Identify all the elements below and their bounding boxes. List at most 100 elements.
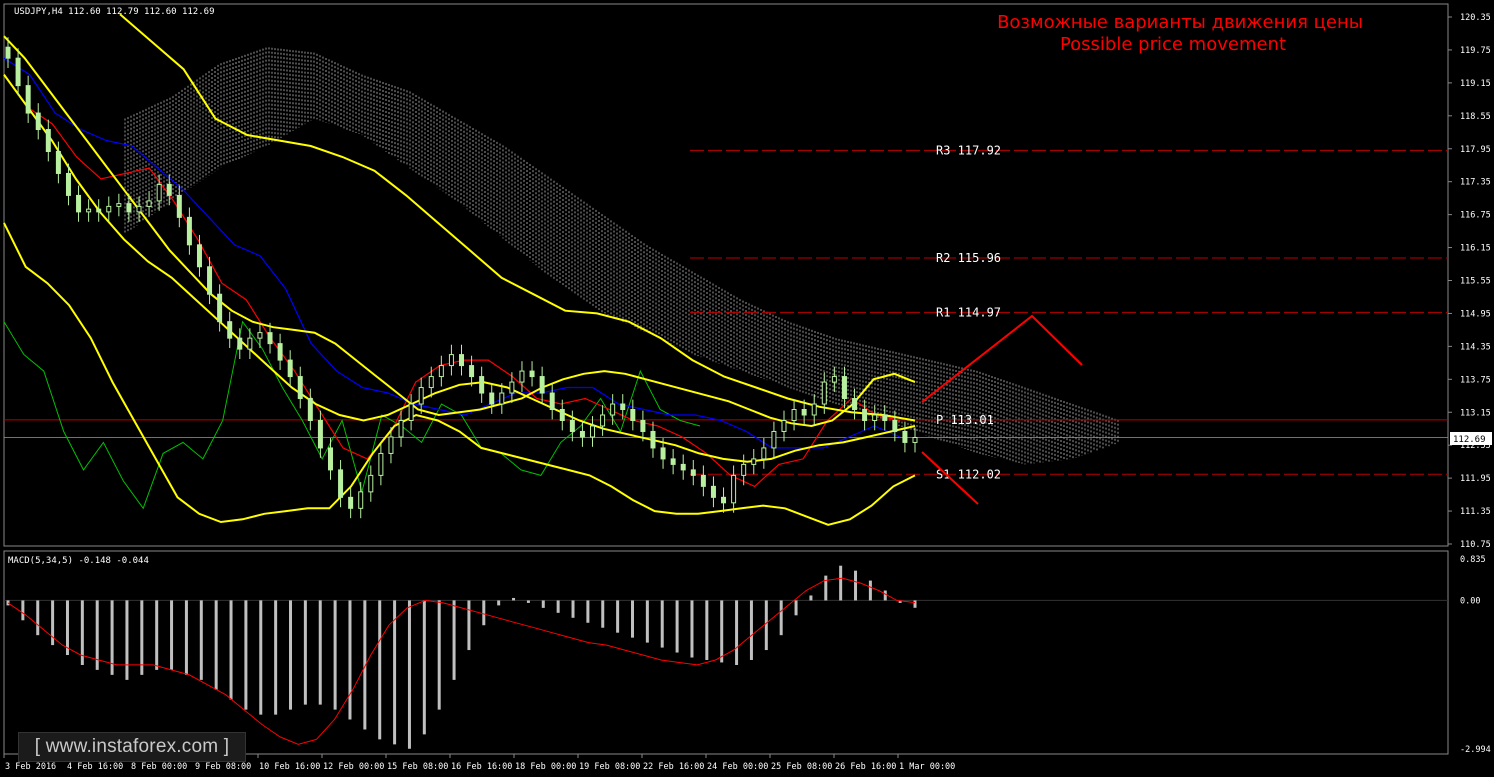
candle-body — [912, 437, 918, 443]
y-tick-label: 111.35 — [1460, 507, 1491, 517]
candle-body — [126, 203, 132, 213]
x-tick-label: 16 Feb 16:00 — [451, 762, 512, 772]
candle-body — [166, 183, 172, 196]
candle-body — [721, 496, 727, 504]
candle-body — [710, 485, 716, 498]
candle-body — [217, 293, 223, 323]
candle-body — [660, 447, 666, 460]
x-tick-label: 19 Feb 08:00 — [579, 762, 640, 772]
candle-body — [106, 205, 112, 213]
y-tick-label: 116.75 — [1460, 211, 1491, 221]
candle-body — [902, 430, 908, 443]
candle-body — [227, 321, 233, 339]
candle-body — [852, 398, 858, 411]
candle-body — [338, 469, 344, 498]
candle-body — [368, 474, 374, 493]
x-tick-label: 12 Feb 00:00 — [323, 762, 384, 772]
candle-body — [489, 392, 495, 405]
x-tick-label: 22 Feb 16:00 — [643, 762, 704, 772]
candle-body — [86, 208, 92, 213]
y-tick-label: 120.35 — [1460, 13, 1491, 23]
candle-body — [872, 414, 878, 421]
annotation-en: Possible price movement — [1060, 34, 1286, 55]
candle-body — [590, 425, 596, 438]
bollinger-middle — [3, 74, 916, 463]
candle-body — [821, 381, 827, 405]
y-tick-label: 117.95 — [1460, 145, 1491, 155]
candle-body — [630, 409, 636, 421]
y-tick-label: 113.75 — [1460, 375, 1491, 385]
candle-body — [892, 419, 898, 432]
candle-body — [257, 332, 263, 339]
candle-body — [76, 194, 82, 213]
x-tick-label: 26 Feb 16:00 — [835, 762, 896, 772]
x-tick-label: 1 Mar 00:00 — [899, 762, 955, 772]
candle-body — [459, 354, 464, 367]
candle-body — [116, 203, 122, 207]
candle-body — [680, 463, 686, 471]
candle-body — [831, 376, 837, 383]
candle-body — [348, 496, 354, 509]
candle-body — [841, 376, 847, 400]
candle-body — [25, 85, 31, 114]
candle-body — [156, 183, 162, 202]
candle-body — [670, 458, 676, 465]
y-tick-label: 115.55 — [1460, 277, 1491, 287]
candle-body — [15, 57, 21, 87]
candle-body — [358, 491, 364, 509]
candle-body — [731, 474, 737, 504]
bollinger-upper — [3, 35, 916, 428]
candle-body — [317, 419, 323, 449]
candle-body — [499, 392, 505, 405]
x-tick-label: 25 Feb 08:00 — [771, 762, 832, 772]
price-chart[interactable]: R3 117.92R2 115.96R1 114.97P 113.01S1 11… — [0, 0, 1494, 777]
candle-body — [761, 447, 767, 460]
candle-body — [388, 436, 394, 454]
candle-body — [650, 430, 656, 449]
candle-body — [5, 46, 11, 59]
x-tick-label: 4 Feb 16:00 — [67, 762, 123, 772]
candle-body — [327, 447, 333, 471]
candle-body — [690, 469, 696, 476]
macd-panel — [4, 565, 1448, 749]
y-tick-label: 119.75 — [1460, 46, 1491, 56]
candle-body — [277, 343, 283, 361]
candle-body — [700, 474, 706, 487]
candle-body — [35, 112, 41, 131]
watermark: [ www.instaforex.com ] — [18, 732, 246, 762]
pivot-label-r2: R2 115.96 — [936, 251, 1001, 265]
candle-body — [640, 419, 646, 432]
y-tick-label: 119.15 — [1460, 79, 1491, 89]
y-tick-label: 116.15 — [1460, 244, 1491, 254]
bollinger-outer — [119, 13, 916, 422]
price-panel-border — [3, 3, 1449, 547]
candle-body — [398, 419, 404, 438]
x-tick-label: 9 Feb 08:00 — [195, 762, 251, 772]
candle-body — [549, 392, 555, 411]
candle-body — [509, 381, 515, 394]
macd-signal-line — [7, 577, 916, 745]
pivot-label-r3: R3 117.92 — [936, 143, 1001, 157]
candle-body — [801, 409, 807, 416]
candle-body — [882, 414, 888, 421]
x-tick-label: 15 Feb 08:00 — [387, 762, 448, 772]
candle-body — [418, 387, 424, 405]
candle-body — [771, 430, 777, 449]
candle-body — [781, 419, 787, 432]
annotation-ru: Возможные варианты движения цены — [997, 12, 1363, 33]
candle-body — [408, 403, 414, 421]
candle-body — [620, 403, 626, 411]
candle-body — [519, 370, 525, 383]
candle-body — [247, 337, 253, 350]
candle-body — [267, 332, 273, 345]
candle-body — [539, 376, 545, 394]
symbol-label: USDJPY,H4 112.60 112.79 112.60 112.69 — [14, 7, 214, 17]
x-tick-label: 18 Feb 00:00 — [515, 762, 576, 772]
y-tick-label: 117.35 — [1460, 178, 1491, 188]
candle-body — [176, 194, 182, 218]
candle-body — [610, 403, 616, 416]
forecast-up-arrow — [921, 314, 1083, 403]
candle-body — [65, 172, 71, 196]
candles — [5, 37, 918, 519]
candle-body — [428, 376, 434, 389]
